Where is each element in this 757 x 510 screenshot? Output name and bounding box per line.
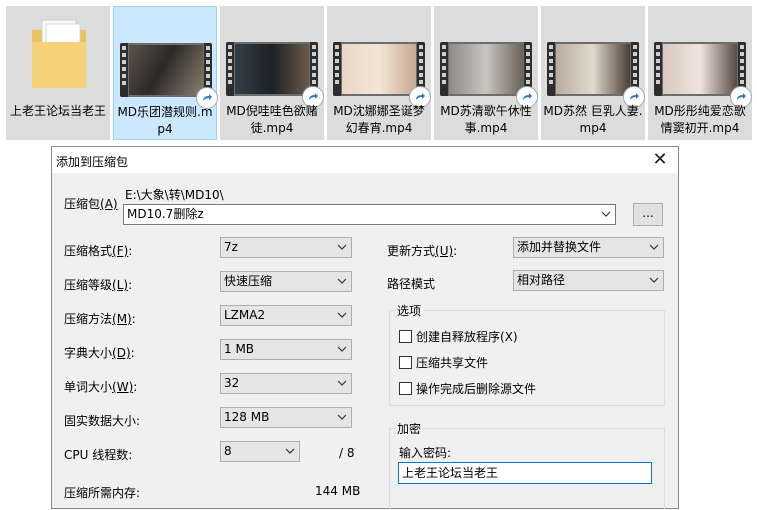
file-explorer-view: 上老王论坛当老王 MD乐团潜规则.mp4 MD倪哇哇色欲赌徒.mp4 MD沈娜娜… — [0, 0, 757, 150]
close-button[interactable]: ✕ — [650, 150, 670, 170]
dictionary-size-label: 字典大小(D): — [64, 346, 135, 360]
file-name: MD乐团潜规则.mp4 — [117, 105, 213, 136]
chevron-down-icon — [337, 346, 347, 352]
video-thumbnail — [440, 42, 532, 96]
cpu-threads-label: CPU 线程数: — [64, 448, 133, 462]
delete-after-checkbox[interactable]: 操作完成后删除源文件 — [399, 380, 536, 397]
path-mode-label: 路径模式 — [387, 277, 436, 291]
chevron-down-icon — [337, 244, 347, 250]
memory-label: 压缩所需内存: — [64, 486, 141, 500]
password-label: 输入密码: — [399, 446, 452, 460]
file-name: MD沈娜娜圣诞梦幻春宵.mp4 — [333, 104, 425, 135]
file-item-video[interactable]: MD倪哇哇色欲赌徒.mp4 — [220, 6, 324, 140]
chevron-down-icon — [649, 244, 659, 250]
archive-label: 压缩包(A) — [64, 197, 118, 211]
checkbox-icon — [399, 356, 412, 369]
dialog-title: 添加到压缩包 — [56, 155, 129, 169]
browse-button[interactable]: ... — [633, 203, 663, 226]
file-item-video[interactable]: MD苏清歌午休性事.mp4 — [434, 6, 538, 140]
chevron-down-icon — [649, 277, 659, 283]
checkbox-icon — [399, 382, 412, 395]
dialog-titlebar: 添加到压缩包 ✕ — [52, 147, 678, 173]
chevron-down-icon — [285, 448, 295, 454]
memory-value: 144 MB — [315, 484, 361, 498]
compression-level-select[interactable]: 快速压缩 — [220, 271, 352, 292]
chevron-down-icon — [601, 211, 611, 217]
chevron-down-icon — [337, 278, 347, 284]
compression-method-label: 压缩方法(M): — [64, 312, 136, 326]
folder-icon — [32, 19, 86, 88]
chevron-down-icon — [337, 414, 347, 420]
file-name: MD彤彤纯爱恋歌 情窦初开.mp4 — [654, 104, 746, 135]
word-size-select[interactable]: 32 — [220, 373, 352, 394]
video-thumbnail — [226, 42, 318, 96]
solid-block-size-select[interactable]: 128 MB — [220, 407, 352, 428]
video-thumbnail — [547, 42, 639, 96]
file-item-folder[interactable]: 上老王论坛当老王 — [6, 6, 110, 140]
compression-level-label: 压缩等级(L): — [64, 278, 133, 292]
options-title: 选项 — [395, 302, 424, 319]
archive-name-input[interactable]: MD10.7删除z — [123, 204, 616, 225]
compression-method-select[interactable]: LZMA2 — [220, 305, 352, 326]
sfx-checkbox[interactable]: 创建自释放程序(X) — [399, 328, 518, 345]
cpu-threads-max: / 8 — [339, 446, 355, 460]
cpu-threads-select[interactable]: 8 — [220, 441, 300, 462]
video-thumbnail — [333, 42, 425, 96]
file-item-video[interactable]: MD沈娜娜圣诞梦幻春宵.mp4 — [327, 6, 431, 140]
dictionary-size-select[interactable]: 1 MB — [220, 339, 352, 360]
archive-format-select[interactable]: 7z — [220, 237, 352, 258]
chevron-down-icon — [337, 380, 347, 386]
solid-block-size-label: 固实数据大小: — [64, 414, 141, 428]
file-name: MD苏清歌午休性事.mp4 — [440, 104, 532, 135]
file-name: MD倪哇哇色欲赌徒.mp4 — [226, 104, 318, 135]
shared-files-checkbox[interactable]: 压缩共享文件 — [399, 354, 488, 371]
password-input[interactable]: 上老王论坛当老王 — [398, 462, 652, 484]
file-item-video[interactable]: MD苏然 巨乳人妻.mp4 — [541, 6, 645, 140]
video-thumbnail — [654, 42, 746, 96]
file-item-video[interactable]: MD彤彤纯爱恋歌 情窦初开.mp4 — [648, 6, 752, 140]
chevron-down-icon — [337, 312, 347, 318]
file-item-video[interactable]: MD乐团潜规则.mp4 — [113, 6, 218, 140]
archive-path: E:\大象\转\MD10\ — [125, 188, 224, 202]
word-size-label: 单词大小(W): — [64, 380, 138, 394]
path-mode-select[interactable]: 相对路径 — [513, 270, 664, 291]
update-mode-label: 更新方式(U): — [387, 244, 458, 258]
encryption-title: 加密 — [395, 420, 424, 437]
add-to-archive-dialog: 添加到压缩包 ✕ 压缩包(A) E:\大象\转\MD10\ MD10.7删除z … — [51, 146, 679, 510]
file-name: MD苏然 巨乳人妻.mp4 — [543, 104, 643, 135]
video-thumbnail — [120, 43, 212, 97]
archive-format-label: 压缩格式(F): — [64, 244, 133, 258]
checkbox-icon — [399, 330, 412, 343]
update-mode-select[interactable]: 添加并替换文件 — [513, 237, 664, 258]
file-name: 上老王论坛当老王 — [9, 104, 106, 118]
